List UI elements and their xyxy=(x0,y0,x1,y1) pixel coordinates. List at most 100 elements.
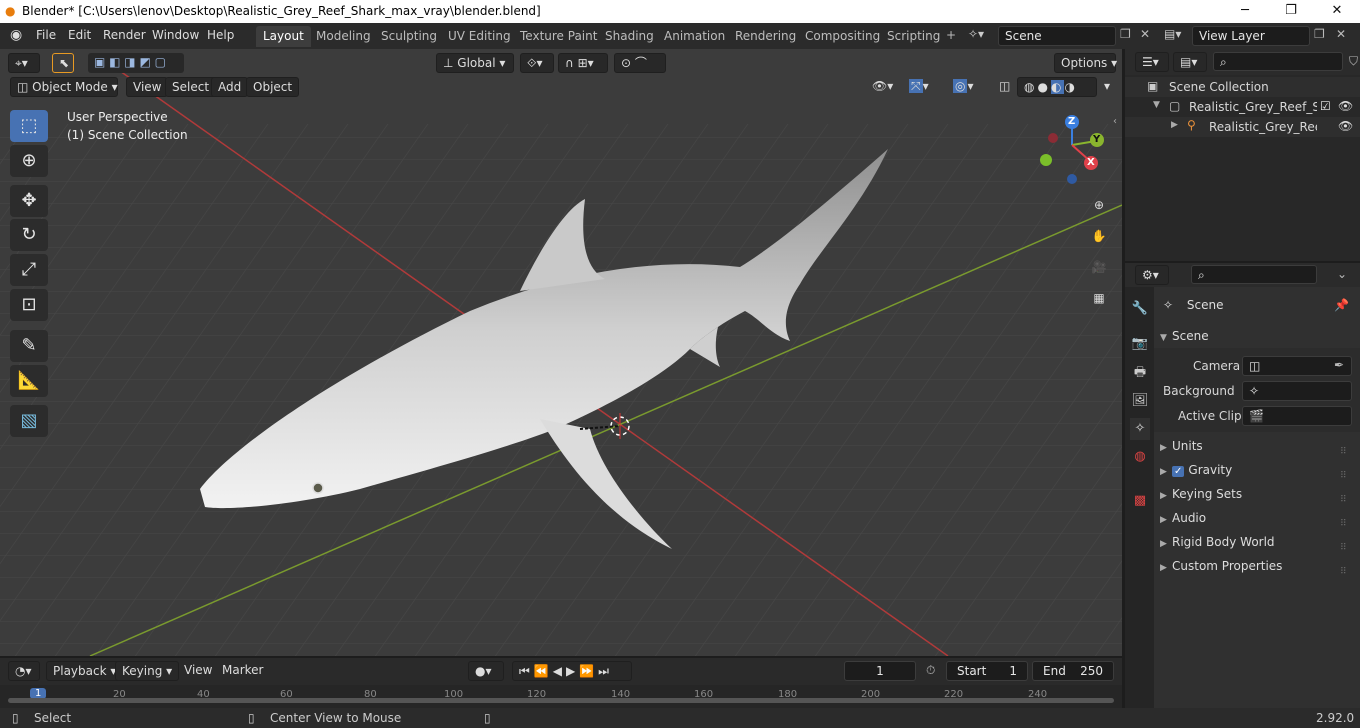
close-button[interactable]: ✕ xyxy=(1314,0,1360,23)
properties-search-input[interactable]: ⌕ xyxy=(1191,265,1317,284)
maximize-button[interactable]: ❐ xyxy=(1268,0,1314,23)
snap-button[interactable]: ∩ ⊞▾ xyxy=(558,53,608,73)
tab-modeling[interactable]: Modeling xyxy=(309,26,378,47)
tab-world[interactable]: ◍ xyxy=(1130,446,1150,468)
tab-animation[interactable]: Animation xyxy=(657,26,732,47)
gravity-panel[interactable]: ▶ ✓ Gravity xyxy=(1160,459,1232,481)
menu-render[interactable]: Render xyxy=(103,28,146,42)
start-frame-field[interactable]: Start 1 xyxy=(946,661,1028,681)
keying-menu[interactable]: Keying ▾ xyxy=(115,661,180,681)
scene-icon[interactable]: ✧▾ xyxy=(968,27,984,41)
tab-shading[interactable]: Shading xyxy=(598,26,661,47)
menu-object[interactable]: Object xyxy=(246,77,300,97)
gizmo-toggle[interactable]: ⤧ ▾ xyxy=(903,77,943,97)
tab-layout[interactable]: Layout xyxy=(256,26,311,47)
menu-select[interactable]: Select xyxy=(165,77,217,97)
expand-down-icon[interactable]: ▼ xyxy=(1153,100,1160,110)
view-layer-icon[interactable]: ▤▾ xyxy=(1164,27,1181,41)
tab-rendering[interactable]: Rendering xyxy=(728,26,803,47)
visibility-dropdown[interactable]: 👁▾ xyxy=(866,77,898,97)
mode-dropdown[interactable]: ◫ Object Mode ▾ xyxy=(10,77,118,97)
properties-editor-type[interactable]: ⚙▾ xyxy=(1135,265,1169,285)
options-dropdown[interactable]: Options ▾ xyxy=(1054,53,1117,73)
end-frame-field[interactable]: End 250 xyxy=(1032,661,1114,681)
menu-edit[interactable]: Edit xyxy=(68,28,91,42)
shading-mode-group[interactable]: ◍●◐◑ xyxy=(1017,77,1097,97)
delete-scene-icon[interactable]: ✕ xyxy=(1140,27,1150,41)
timeline-editor-type[interactable]: ◔▾ xyxy=(8,661,40,681)
expand-right-icon[interactable]: ▶ xyxy=(1171,120,1178,130)
gizmo-x-label[interactable]: X xyxy=(1087,157,1095,168)
tool-add-cube[interactable]: ▧ xyxy=(10,405,48,437)
ortho-toggle-button[interactable]: ▦ xyxy=(1087,286,1111,310)
scene-panel-header[interactable]: ▼ Scene xyxy=(1160,325,1209,347)
tab-texture[interactable]: ▩ xyxy=(1130,490,1150,512)
new-view-layer-icon[interactable]: ❐ xyxy=(1314,27,1325,41)
tab-texture-paint[interactable]: Texture Paint xyxy=(513,26,604,47)
visibility-eye-icon[interactable]: 👁 xyxy=(1338,119,1353,133)
menu-window[interactable]: Window xyxy=(152,28,199,42)
tab-scene[interactable]: ✧ xyxy=(1130,418,1150,440)
xray-toggle[interactable]: ◫ xyxy=(993,77,1013,97)
select-mode-button[interactable]: ⬉ xyxy=(52,53,74,73)
tool-select-box[interactable]: ⬚ xyxy=(10,110,48,142)
pin-icon[interactable]: 📌 xyxy=(1334,298,1349,312)
tool-scale[interactable]: ⤢ xyxy=(10,254,48,286)
timeline-view-menu[interactable]: View xyxy=(178,661,218,681)
editor-type-dropdown[interactable]: ⌖▾ xyxy=(8,53,40,73)
tool-transform[interactable]: ⊡ xyxy=(10,289,48,321)
delete-view-layer-icon[interactable]: ✕ xyxy=(1336,27,1346,41)
rigid-body-world-panel[interactable]: ▶ Rigid Body World xyxy=(1160,531,1275,553)
tab-sculpting[interactable]: Sculpting xyxy=(374,26,444,47)
shading-dropdown[interactable]: ▾ xyxy=(1098,77,1116,97)
units-panel[interactable]: ▶ Units xyxy=(1160,435,1203,457)
custom-properties-panel[interactable]: ▶ Custom Properties xyxy=(1160,555,1282,577)
tab-tool[interactable]: 🔧 xyxy=(1130,298,1150,320)
background-scene-field[interactable]: ✧ xyxy=(1242,381,1352,401)
tab-compositing[interactable]: Compositing xyxy=(798,26,887,47)
viewport-3d[interactable]: Z Y X ⌖▾ ⬉ ▣ ◧ ◨ ◩ ▢ ⊥ Global ▾ ⟐▾ ∩ ⊞▾ … xyxy=(0,49,1122,656)
tool-measure[interactable]: 📐 xyxy=(10,365,48,397)
filter-icon[interactable]: ⛉ xyxy=(1349,54,1358,69)
chevron-down-icon[interactable]: ⌄ xyxy=(1337,267,1347,281)
camera-view-button[interactable]: 🎥 xyxy=(1087,255,1111,279)
visibility-eye-icon[interactable]: 👁 xyxy=(1338,99,1353,113)
scene-name-field[interactable]: Scene xyxy=(998,26,1116,46)
transform-orientation-dropdown[interactable]: ⊥ Global ▾ xyxy=(436,53,514,73)
tab-render[interactable]: 📷 xyxy=(1130,333,1150,355)
tool-move[interactable]: ✥ xyxy=(10,185,48,217)
view-layer-field[interactable]: View Layer xyxy=(1192,26,1310,46)
frame-ruler[interactable]: 1 20 40 60 80 100 120 140 160 180 200 22… xyxy=(0,685,1122,708)
selection-mode-group[interactable]: ▣ ◧ ◨ ◩ ▢ xyxy=(88,53,184,73)
outliner-row-collection[interactable]: ▼ ▢ Realistic_Grey_Reef_Sha ☑ 👁 xyxy=(1125,97,1360,117)
tab-scripting[interactable]: Scripting xyxy=(880,26,947,47)
current-frame-field[interactable]: 1 xyxy=(844,661,916,681)
tab-view-layer[interactable]: 🖼 xyxy=(1130,390,1150,412)
menu-help[interactable]: Help xyxy=(207,28,234,42)
playback-menu[interactable]: Playback ▾ xyxy=(46,661,124,681)
sidebar-toggle-icon[interactable]: ‹ xyxy=(1113,116,1117,127)
exclude-checkbox[interactable]: ☑ xyxy=(1320,99,1331,113)
menu-add[interactable]: Add xyxy=(211,77,249,97)
proportional-edit-button[interactable]: ⊙ ⌒ xyxy=(614,53,666,73)
outliner-search-input[interactable]: ⌕ xyxy=(1213,52,1343,71)
blender-menu-icon[interactable]: ◉ xyxy=(10,27,22,43)
menu-view[interactable]: View xyxy=(126,77,169,97)
tool-cursor[interactable]: ⊕ xyxy=(10,145,48,177)
marker-menu[interactable]: Marker xyxy=(216,661,269,681)
tool-annotate[interactable]: ✎ xyxy=(10,330,48,362)
eyedropper-icon[interactable]: ✒ xyxy=(1334,358,1344,372)
gizmo-z-label[interactable]: Z xyxy=(1068,116,1075,127)
outliner-row-root[interactable]: ▣ Scene Collection xyxy=(1125,77,1360,97)
add-workspace-icon[interactable]: + xyxy=(946,28,956,42)
pivot-dropdown[interactable]: ⟐▾ xyxy=(520,53,554,73)
tab-output[interactable]: 🖶 xyxy=(1130,362,1150,384)
audio-panel[interactable]: ▶ Audio xyxy=(1160,507,1206,529)
pan-button[interactable]: ✋ xyxy=(1087,224,1111,248)
outliner-editor-type[interactable]: ☰▾ xyxy=(1135,52,1169,72)
outliner-row-object[interactable]: ▶ ⚲ Realistic_Grey_Reef_ 👁 xyxy=(1125,117,1360,137)
auto-keying-button[interactable]: ●▾ xyxy=(468,661,504,681)
minimize-button[interactable]: ─ xyxy=(1222,0,1268,23)
tool-rotate[interactable]: ↻ xyxy=(10,219,48,251)
gizmo-y-label[interactable]: Y xyxy=(1093,134,1100,145)
